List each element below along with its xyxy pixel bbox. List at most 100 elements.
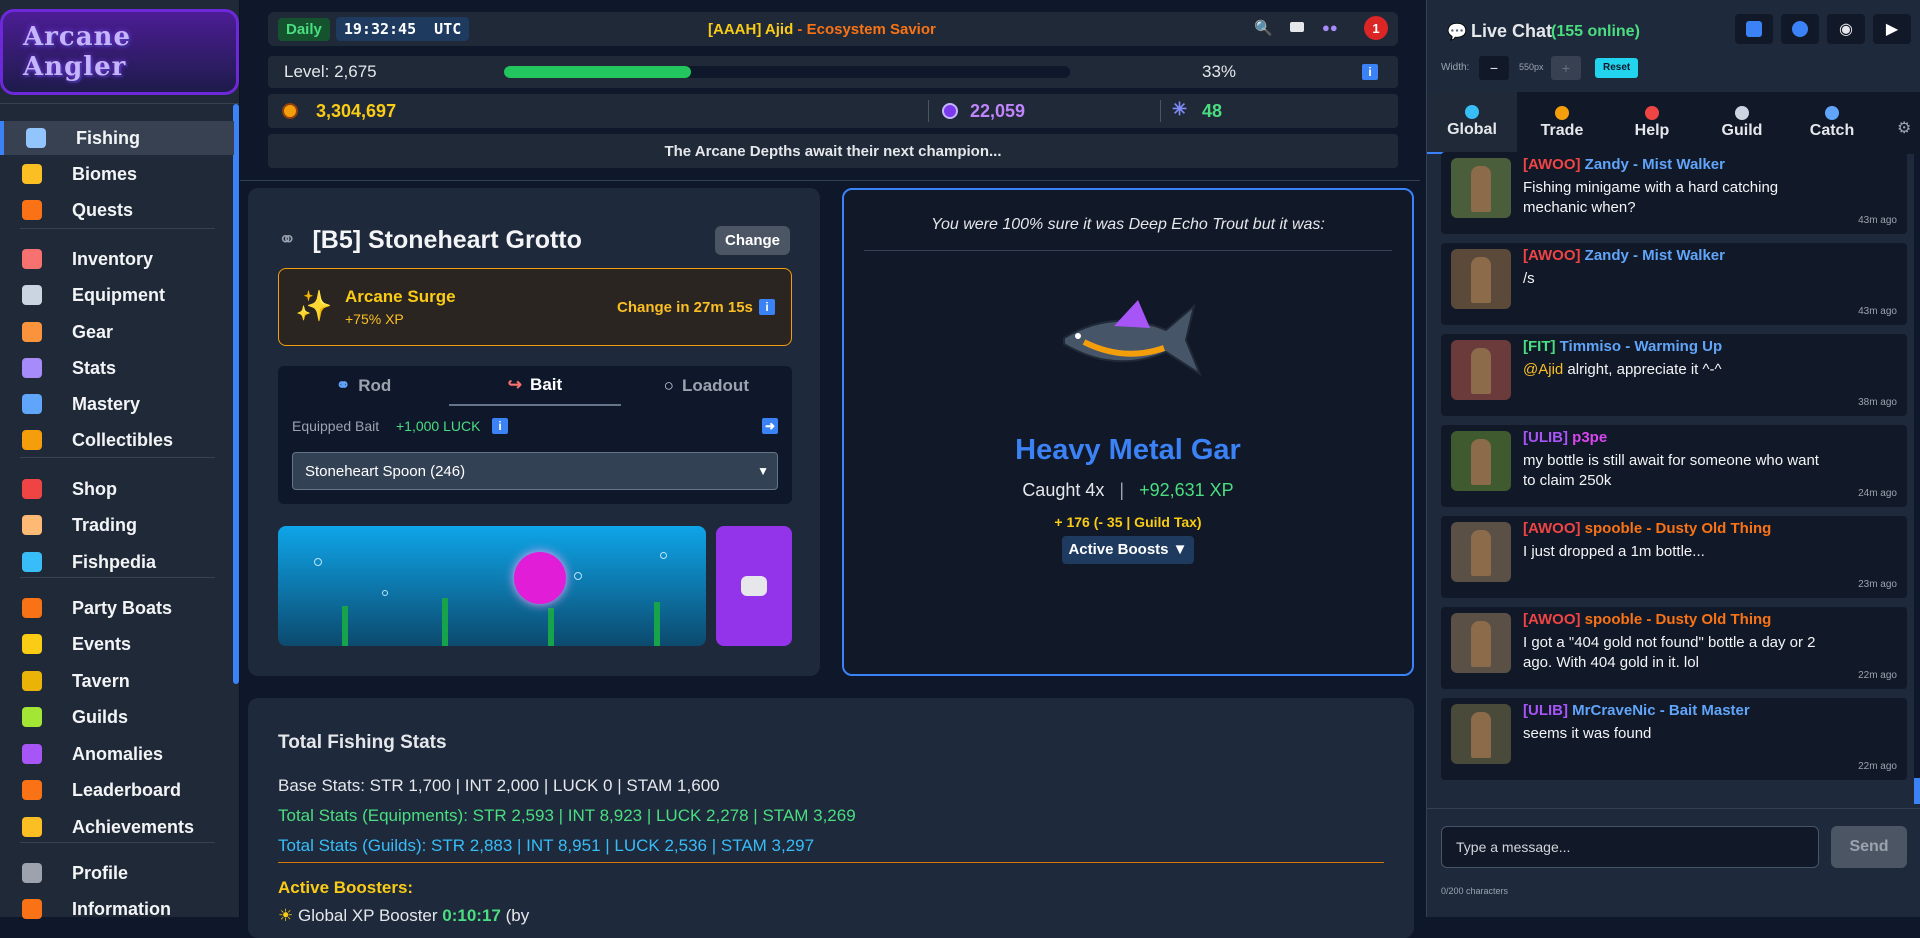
width-decrease-button[interactable]: − (1479, 56, 1509, 80)
notification-badge[interactable]: 1 (1364, 16, 1388, 40)
shard-icon: ✳ (1172, 99, 1188, 119)
bait-info-icon[interactable]: i (492, 418, 508, 434)
sidebar-item-biomes[interactable]: Biomes (0, 157, 234, 191)
globe-icon (1792, 21, 1808, 37)
send-button[interactable]: Send (1831, 826, 1907, 868)
daily-badge[interactable]: Daily (278, 17, 330, 41)
chat-author[interactable]: [ULIB] p3pe (1523, 429, 1607, 446)
sidebar-item-profile[interactable]: Profile (0, 856, 234, 890)
refresh-button[interactable] (1735, 14, 1773, 44)
character-figure (1471, 712, 1491, 758)
sidebar-item-tavern[interactable]: Tavern (0, 664, 234, 698)
chat-tab-guild[interactable]: Guild (1697, 92, 1787, 154)
theme-button[interactable] (1781, 14, 1819, 44)
sidebar-item-quests[interactable]: Quests (0, 193, 234, 227)
sidebar-item-shop[interactable]: Shop (0, 472, 234, 506)
chat-tab-help[interactable]: Help (1607, 92, 1697, 154)
width-reset-button[interactable]: Reset (1595, 58, 1639, 78)
chat-tab-trade[interactable]: Trade (1517, 92, 1607, 154)
chat-author[interactable]: [FIT] Timmiso - Warming Up (1523, 338, 1722, 355)
sidebar-item-trading[interactable]: Trading (0, 508, 234, 542)
chat-author[interactable]: [AWOO] Zandy - Mist Walker (1523, 156, 1725, 173)
booster-by: (by (505, 906, 530, 925)
level-info-icon[interactable]: i (1362, 64, 1378, 80)
booster-icon: ☀ (278, 906, 294, 925)
stats-divider (278, 862, 1384, 863)
chat-author[interactable]: [AWOO] spooble - Dusty Old Thing (1523, 520, 1771, 537)
catch-xp: +92,631 XP (1139, 480, 1234, 500)
sidebar-item-guilds[interactable]: Guilds (0, 700, 234, 734)
avatar[interactable] (1451, 431, 1511, 491)
xp-progress-bar (504, 66, 1070, 78)
sidebar-item-fishing[interactable]: Fishing (0, 121, 234, 155)
timestamp: 23m ago (1858, 579, 1897, 590)
search-icon[interactable]: 🔍 (1254, 19, 1273, 37)
chat-message: [AWOO] Zandy - Mist Walker/s 43m ago (1441, 243, 1907, 325)
sidebar-item-party-boats[interactable]: Party Boats (0, 591, 234, 625)
player-separator: - (793, 20, 807, 38)
message-body: my bottle is still await for someone who… (1523, 452, 1819, 489)
guild-tag: [AWOO] (1523, 520, 1581, 537)
logo-area[interactable]: Arcane Angler (0, 0, 239, 104)
bubble (574, 572, 582, 580)
palette-button[interactable]: ◉ (1827, 14, 1865, 44)
sidebar-item-information[interactable]: Information (0, 892, 234, 926)
fish-image (1063, 300, 1203, 377)
avatar[interactable] (1451, 158, 1511, 218)
avatar[interactable] (1451, 704, 1511, 764)
bobber-target[interactable] (514, 552, 566, 604)
chat-scrollbar-track[interactable] (1914, 154, 1920, 804)
mention[interactable]: @Ajid (1523, 361, 1563, 378)
chat-title: Live Chat (1471, 21, 1553, 41)
sidebar-item-achievements[interactable]: Achievements (0, 810, 234, 844)
friends-icon[interactable]: ●● (1322, 20, 1338, 35)
tab-rod[interactable]: ⚭ Rod (278, 366, 449, 406)
avatar[interactable] (1451, 613, 1511, 673)
bait-select[interactable]: Stoneheart Spoon (246) ▼ (292, 452, 778, 490)
sidebar-item-stats[interactable]: Stats (0, 351, 234, 385)
message-body: /s (1523, 270, 1535, 287)
sidebar-item-equipment[interactable]: Equipment (0, 278, 234, 312)
equipment-stats: Total Stats (Equipments): STR 2,593 | IN… (278, 806, 856, 825)
avatar[interactable] (1451, 249, 1511, 309)
message-body: alright, appreciate it ^-^ (1563, 361, 1722, 378)
sidebar-item-inventory[interactable]: Inventory (0, 242, 234, 276)
sidebar-divider (20, 228, 215, 229)
sidebar-item-fishpedia[interactable]: Fishpedia (0, 545, 234, 579)
sidebar-item-leaderboard[interactable]: Leaderboard (0, 773, 234, 807)
sidebar-item-label: Quests (72, 199, 134, 220)
chat-message: [FIT] Timmiso - Warming Up @Ajid alright,… (1441, 334, 1907, 416)
chat-tab-global[interactable]: Global (1427, 92, 1517, 154)
gear-icon[interactable]: ⚙ (1897, 118, 1911, 138)
change-location-button[interactable]: Change (714, 226, 790, 255)
globe-icon (1465, 105, 1479, 119)
fishing-pond[interactable] (278, 526, 706, 646)
active-boosts-toggle[interactable]: Active Boosts ▼ (1062, 536, 1194, 564)
play-button[interactable]: ▶ (1873, 14, 1911, 44)
chat-author[interactable]: [AWOO] spooble - Dusty Old Thing (1523, 611, 1771, 628)
sidebar-item-collectibles[interactable]: Collectibles (0, 423, 234, 457)
sidebar-item-gear[interactable]: Gear (0, 315, 234, 349)
chat-author[interactable]: [ULIB] MrCraveNic - Bait Master (1523, 702, 1750, 719)
chat-message-input[interactable]: Type a message... (1441, 826, 1819, 868)
booster-time: 0:10:17 (442, 906, 501, 925)
width-increase-button[interactable]: + (1551, 56, 1581, 80)
sidebar-item-events[interactable]: Events (0, 627, 234, 661)
tab-bait[interactable]: ↪ Bait (449, 366, 621, 406)
avatar[interactable] (1451, 340, 1511, 400)
sidebar-item-label: Shop (72, 478, 117, 499)
mail-icon[interactable] (1290, 22, 1304, 32)
avatar[interactable] (1451, 522, 1511, 582)
arrow-right-icon[interactable]: ➜ (762, 418, 778, 434)
app-logo[interactable]: Arcane Angler (0, 8, 239, 95)
gear-chest-icon (22, 322, 42, 342)
sidebar-item-mastery[interactable]: Mastery (0, 387, 234, 421)
tab-loadout[interactable]: ○ Loadout (621, 366, 792, 406)
chat-author[interactable]: [AWOO] Zandy - Mist Walker (1523, 247, 1725, 264)
sidebar-item-anomalies[interactable]: Anomalies (0, 737, 234, 771)
robot-icon (741, 576, 767, 596)
surge-info-icon[interactable]: i (759, 299, 775, 315)
auto-fish-button[interactable] (716, 526, 792, 646)
chat-scrollbar-thumb[interactable] (1914, 778, 1920, 804)
chat-tab-catch[interactable]: Catch (1787, 92, 1877, 154)
